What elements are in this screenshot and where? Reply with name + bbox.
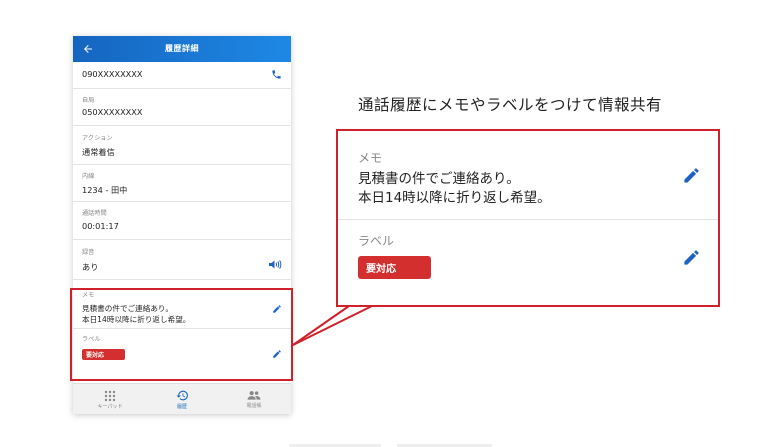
nav-history[interactable]: 履歴 [146, 384, 218, 414]
extension-label: 内線 [82, 173, 95, 180]
speaker-icon [269, 260, 282, 269]
zoom-memo-label: メモ [358, 151, 383, 165]
memo-label: メモ [82, 292, 95, 299]
memo-line-2: 本日14時以降に折り返し希望。 [82, 315, 191, 324]
nav-phonebook[interactable]: 電話帳 [218, 384, 290, 414]
edit-memo-button[interactable] [272, 299, 282, 318]
zoom-divider [338, 219, 718, 220]
edit-label-button[interactable] [272, 344, 282, 363]
zoom-label-label: ラベル [358, 234, 395, 248]
pencil-icon [273, 350, 281, 358]
detail-list: 090XXXXXXXX 自局 050XXXXXXXX アクション 通常着信 内線… [73, 62, 291, 368]
nav-history-label: 履歴 [176, 404, 187, 410]
extension-value: 1234 - 田中 [82, 185, 128, 195]
label-tag[interactable]: 要対応 [82, 349, 125, 360]
own-station-label: 自局 [82, 97, 95, 104]
nav-phonebook-label: 電話帳 [246, 403, 262, 409]
play-recording-button[interactable] [268, 255, 282, 274]
zoomed-detail-panel: メモ 見積書の件でご連絡あり。 本日14時以降に折り返し希望。 ラベル 要対応 [336, 129, 720, 307]
callout-heading: 通話履歴にメモやラベルをつけて情報共有 [358, 96, 663, 114]
call-button[interactable] [271, 65, 282, 84]
people-icon [247, 391, 261, 400]
detail-phone-number: 090XXXXXXXX [73, 62, 291, 89]
phone-number-value: 090XXXXXXXX [82, 69, 143, 79]
detail-call-duration: 通話時間 00:01:17 [73, 202, 291, 240]
history-icon [176, 390, 188, 401]
detail-own-station: 自局 050XXXXXXXX [73, 89, 291, 126]
nav-keypad[interactable]: キーパッド [74, 384, 146, 414]
action-value: 通常着信 [82, 147, 115, 157]
memo-line-1: 見積書の件でご連絡あり。 [82, 304, 173, 313]
pencil-icon [273, 305, 281, 313]
detail-action: アクション 通常着信 [73, 126, 291, 165]
nav-keypad-label: キーパッド [97, 403, 123, 410]
detail-label: ラベル 要対応 [73, 329, 291, 368]
zoom-edit-label-button[interactable] [682, 248, 701, 271]
zoom-memo-line-2: 本日14時以降に折り返し希望。 [358, 190, 551, 206]
zoom-memo-line-1: 見積書の件でご連絡あり。 [358, 171, 520, 187]
pencil-icon [684, 168, 699, 183]
app-bar: 履歴詳細 [73, 36, 291, 62]
detail-memo: メモ 見積書の件でご連絡あり。 本日14時以降に折り返し希望。 [73, 280, 291, 329]
own-station-value: 050XXXXXXXX [82, 107, 143, 117]
page-title: 履歴詳細 [165, 44, 199, 53]
recording-label: 録音 [82, 249, 95, 256]
action-label: アクション [82, 135, 113, 142]
label-field-label: ラベル [82, 336, 101, 343]
zoom-edit-memo-button[interactable] [682, 166, 701, 189]
detail-recording: 録音 あり [73, 240, 291, 280]
zoom-label-tag[interactable]: 要対応 [358, 256, 431, 279]
detail-extension: 内線 1234 - 田中 [73, 165, 291, 202]
recording-value: あり [82, 262, 99, 272]
pencil-icon [684, 250, 699, 265]
keypad-icon [104, 390, 116, 401]
call-duration-value: 00:01:17 [82, 221, 119, 231]
call-duration-label: 通話時間 [82, 210, 107, 217]
bottom-navigation: キーパッド 履歴 電話帳 [73, 383, 291, 414]
phone-icon [272, 70, 281, 79]
phone-screen: 履歴詳細 090XXXXXXXX 自局 050XXXXXXXX アクション 通常… [73, 36, 291, 414]
